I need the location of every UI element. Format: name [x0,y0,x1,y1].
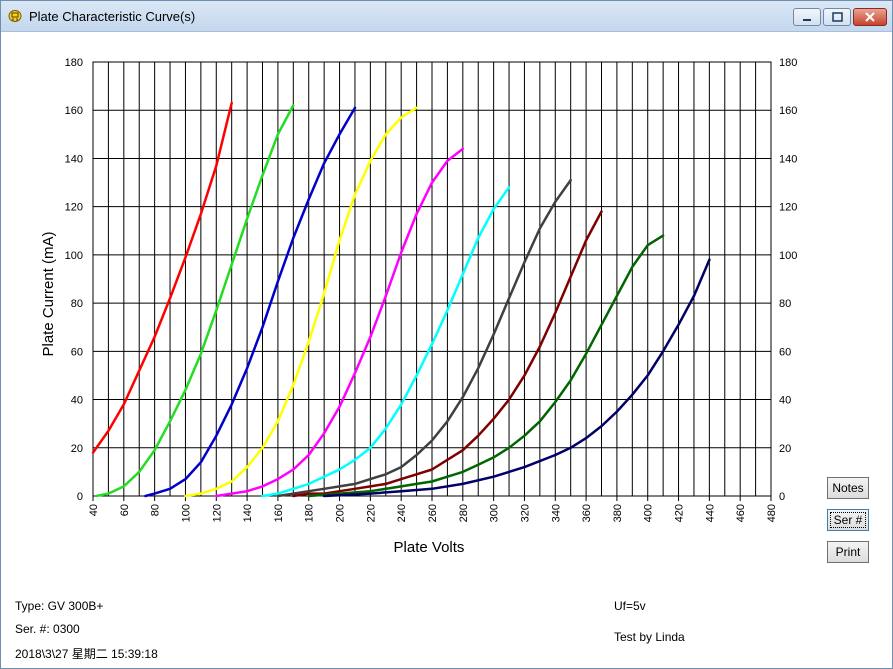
y-tick-label-right: 120 [779,202,797,214]
x-tick-label: 440 [704,504,716,522]
serial-label: Ser. #: 0300 [15,622,80,636]
y-tick-label-right: 0 [779,491,785,503]
y-tick-label-left: 120 [65,202,83,214]
x-tick-label: 60 [119,504,131,516]
notes-button[interactable]: Notes [827,477,869,499]
x-tick-label: 400 [643,504,655,522]
x-tick-label: 380 [612,504,624,522]
y-tick-label-left: 40 [71,395,83,407]
tube-app-icon [8,10,22,22]
x-tick-label: 280 [458,504,470,522]
y-tick-label-left: 20 [71,443,83,455]
y-tick-label-right: 180 [779,57,797,69]
y-tick-label-right: 60 [779,346,791,358]
datetime-label: 2018\3\27 星期二 15:39:18 [15,647,158,661]
y-tick-label-right: 100 [779,250,797,262]
x-tick-label: 220 [365,504,377,522]
x-tick-label: 300 [489,504,501,522]
app-window: Plate Characteristic Curve(s) 0 0 20 20 40 40… [0,0,893,669]
tester-label: Test by Linda [614,630,685,644]
y-tick-label-left: 140 [65,153,83,165]
x-tick-label: 360 [581,504,593,522]
minimize-icon [803,19,811,21]
y-tick-label-left: 180 [65,57,83,69]
maximize-button[interactable] [823,8,851,26]
filament-voltage-label: Uf=5v [614,599,646,613]
client-area: 0 0 20 20 40 40 60 60 80 80 100 100 120 120 140 140 160 1… [7,32,886,665]
x-tick-label: 100 [180,504,192,522]
y-tick-label-left: 160 [65,105,83,117]
y-tick-label-left: 0 [77,491,83,503]
close-button[interactable] [853,8,887,26]
window-title: Plate Characteristic Curve(s) [29,9,196,24]
y-axis-title: Plate Current (mA) [40,231,57,356]
x-tick-label: 260 [427,504,439,522]
x-tick-label: 460 [735,504,747,522]
tube-type-label: Type: GV 300B+ [15,599,104,613]
x-tick-label: 340 [550,504,562,522]
y-tick-label-left: 60 [71,346,83,358]
x-tick-label: 200 [335,504,347,522]
plate-curve-chart: 0 0 20 20 40 40 60 60 80 80 100 100 120 120 140 140 160 1… [40,57,797,556]
y-tick-label-right: 140 [779,153,797,165]
title-bar[interactable]: Plate Characteristic Curve(s) [1,1,892,32]
print-button[interactable]: Print [827,541,869,563]
x-tick-label: 240 [396,504,408,522]
y-tick-label-right: 40 [779,395,791,407]
x-tick-label: 180 [304,504,316,522]
y-tick-label-left: 100 [65,250,83,262]
minimize-button[interactable] [793,8,821,26]
x-tick-label: 40 [88,504,100,516]
x-tick-label: 480 [766,504,778,522]
y-tick-label-right: 160 [779,105,797,117]
maximize-icon [832,12,843,22]
y-tick-label-right: 80 [779,298,791,310]
x-tick-label: 320 [519,504,531,522]
x-axis-title: Plate Volts [394,539,465,556]
x-tick-label: 420 [674,504,686,522]
x-tick-label: 80 [150,504,162,516]
ser-button[interactable]: Ser # [827,509,869,531]
y-tick-label-left: 80 [71,298,83,310]
y-tick-label-right: 20 [779,443,791,455]
close-icon [865,12,875,22]
x-tick-label: 120 [211,504,223,522]
x-tick-label: 140 [242,504,254,522]
x-tick-label: 160 [273,504,285,522]
